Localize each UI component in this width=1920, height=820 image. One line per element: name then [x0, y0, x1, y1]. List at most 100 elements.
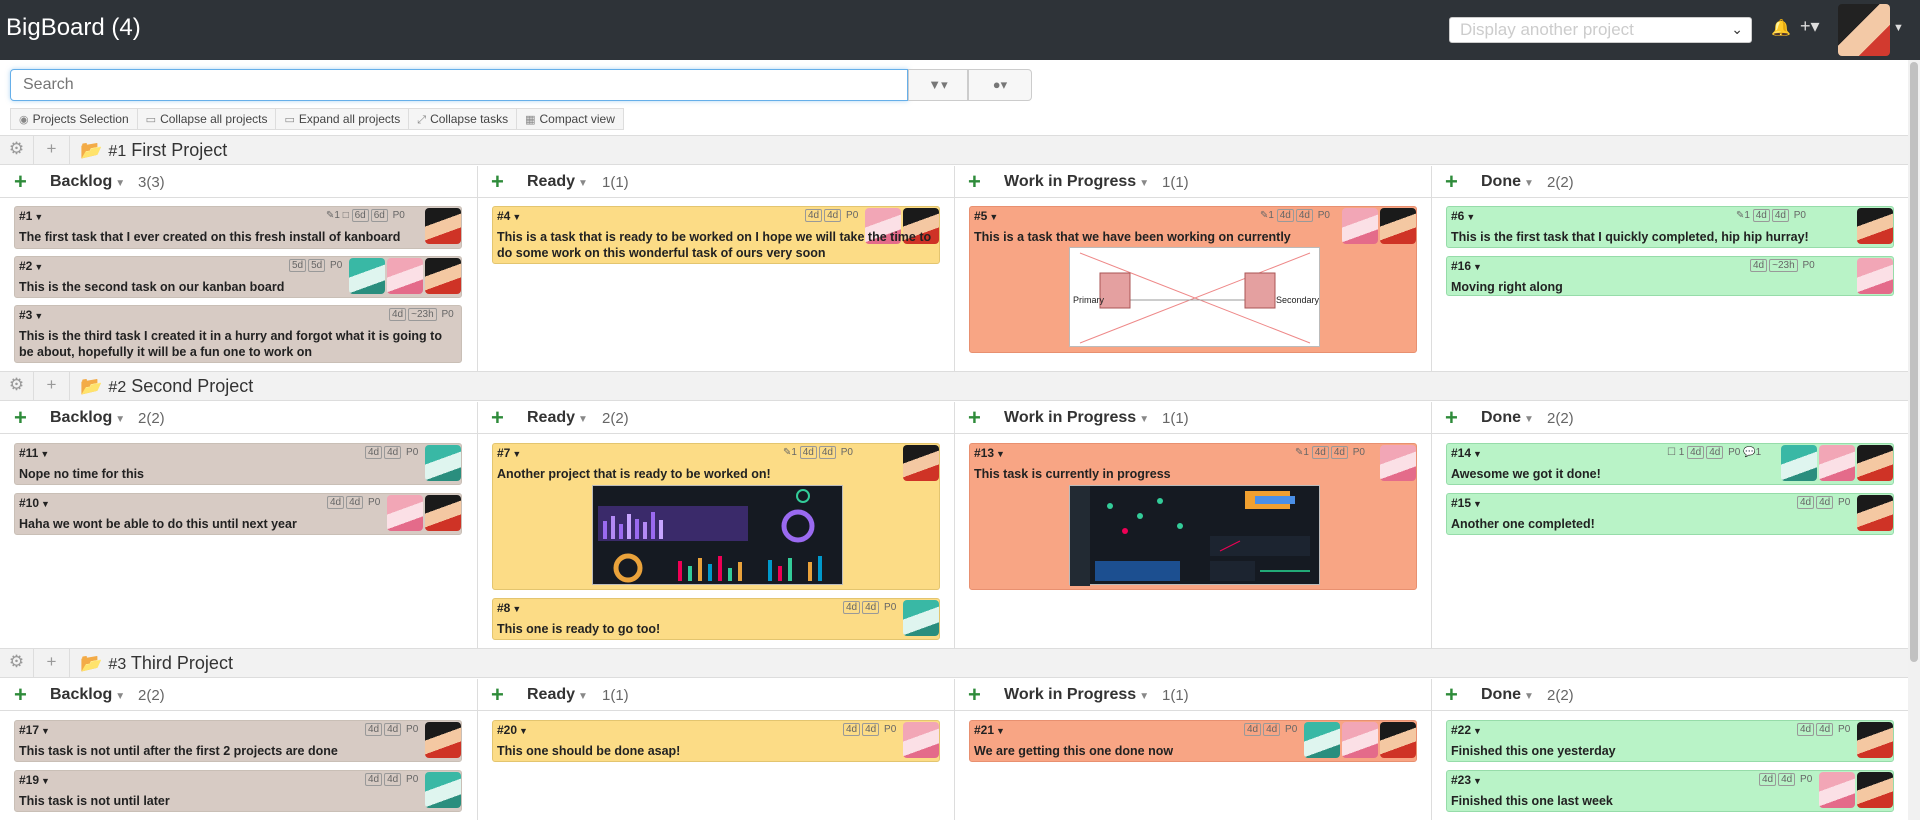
- assignee-avatar: [1857, 258, 1893, 294]
- column-name[interactable]: Ready ▼: [527, 686, 588, 704]
- column-name[interactable]: Ready ▼: [527, 173, 588, 191]
- task-id[interactable]: #8 ▼: [497, 601, 521, 615]
- column-name[interactable]: Backlog ▼: [50, 409, 125, 427]
- task-thumbnail-network-diagram[interactable]: Primary Secondary: [1069, 247, 1320, 347]
- task-card[interactable]: #22 ▼ 4d 4d P0 Finished this one yesterday: [1446, 720, 1894, 762]
- add-task-icon[interactable]: +: [491, 169, 504, 195]
- task-card[interactable]: #13 ▼ ✎1 4d 4d P0 This task is currently i…: [969, 443, 1417, 590]
- task-card[interactable]: #10 ▼ 4d 4d P0 Haha we wont be able to do …: [14, 493, 462, 535]
- column-name[interactable]: Done ▼: [1481, 409, 1534, 427]
- task-card[interactable]: #19 ▼ 4d 4d P0 This task is not until late…: [14, 770, 462, 812]
- user-icon: ●▾: [992, 77, 1008, 92]
- task-id[interactable]: #15 ▼: [1451, 496, 1482, 510]
- column-name[interactable]: Ready ▼: [527, 409, 588, 427]
- task-card[interactable]: #1 ▼ ✎1 □ 6d 6d P0 The first task that I e…: [14, 206, 462, 249]
- task-id[interactable]: #4 ▼: [497, 209, 521, 223]
- add-task-icon[interactable]: +: [1445, 405, 1458, 431]
- task-id[interactable]: #6 ▼: [1451, 209, 1475, 223]
- task-card[interactable]: #21 ▼ 4d 4d P0 We are getting this one don…: [969, 720, 1417, 762]
- assignee-avatar: [1380, 208, 1416, 244]
- collapse-tasks-button[interactable]: ⤢ Collapse tasks: [409, 109, 518, 129]
- add-task-icon[interactable]: +: [968, 682, 981, 708]
- task-id[interactable]: #3 ▼: [19, 308, 43, 322]
- add-task-icon[interactable]: +: [14, 405, 27, 431]
- project-select[interactable]: Display another project ⌄: [1449, 17, 1752, 43]
- add-task-icon[interactable]: +: [491, 405, 504, 431]
- column-name[interactable]: Done ▼: [1481, 173, 1534, 191]
- task-id[interactable]: #21 ▼: [974, 723, 1005, 737]
- task-id[interactable]: #19 ▼: [19, 773, 50, 787]
- task-meta: 5d 5d P0: [289, 259, 342, 272]
- add-task-icon[interactable]: +: [968, 405, 981, 431]
- add-task-icon[interactable]: +: [1445, 169, 1458, 195]
- task-id[interactable]: #16 ▼: [1451, 259, 1482, 273]
- plus-icon[interactable]: +▾: [1800, 16, 1820, 37]
- add-task-icon[interactable]: +: [14, 682, 27, 708]
- column-name[interactable]: Work in Progress ▼: [1004, 409, 1149, 427]
- collapse-all-projects-button[interactable]: ▭ Collapse all projects: [138, 109, 277, 129]
- task-card[interactable]: #4 ▼ 4d 4d P0 This is a task that is ready…: [492, 206, 940, 264]
- column-name[interactable]: Work in Progress ▼: [1004, 686, 1149, 704]
- search-input[interactable]: [10, 69, 908, 101]
- task-card[interactable]: #15 ▼ 4d 4d P0 Another one completed!: [1446, 493, 1894, 535]
- expand-all-projects-button[interactable]: ▭ Expand all projects: [276, 109, 410, 129]
- caret-down-icon[interactable]: ▼: [1893, 22, 1904, 34]
- task-card[interactable]: #16 ▼ 4d ~23h P0 Moving right along: [1446, 256, 1894, 296]
- task-card[interactable]: #20 ▼ 4d 4d P0 This one should be done asa…: [492, 720, 940, 762]
- scrollbar[interactable]: [1908, 60, 1920, 820]
- task-card[interactable]: #14 ▼ ☐ 1 4d 4d P0 💬1 Awesome we got it do…: [1446, 443, 1894, 485]
- task-card[interactable]: #3 ▼ 4d ~23h P0 This is the third task I c…: [14, 305, 462, 363]
- add-task-icon[interactable]: +: [14, 169, 27, 195]
- scrollbar-thumb[interactable]: [1910, 62, 1918, 662]
- add-task-icon[interactable]: +: [1445, 682, 1458, 708]
- task-id[interactable]: #17 ▼: [19, 723, 50, 737]
- projects-selection-button[interactable]: ◉ Projects Selection: [11, 109, 138, 129]
- task-id[interactable]: #20 ▼: [497, 723, 528, 737]
- task-id[interactable]: #1 ▼: [19, 209, 43, 223]
- compact-view-button[interactable]: ▦ Compact view: [517, 109, 623, 129]
- gear-icon[interactable]: ⚙: [0, 136, 34, 164]
- task-card[interactable]: #7 ▼ ✎1 4d 4d P0 Another project that is r…: [492, 443, 940, 590]
- task-id[interactable]: #13 ▼: [974, 446, 1005, 460]
- user-filter-button[interactable]: ●▾: [968, 69, 1032, 101]
- task-id[interactable]: #7 ▼: [497, 446, 521, 460]
- gear-icon[interactable]: ⚙: [0, 649, 34, 677]
- column-name[interactable]: Backlog ▼: [50, 686, 125, 704]
- task-id[interactable]: #5 ▼: [974, 209, 998, 223]
- task-thumbnail-monitoring[interactable]: [1069, 485, 1320, 586]
- task-card[interactable]: #23 ▼ 4d 4d P0 Finished this one last week: [1446, 770, 1894, 812]
- project-name[interactable]: 📂 #1 First Project: [80, 140, 227, 161]
- task-card[interactable]: #2 ▼ 5d 5d P0 This is the second task on o…: [14, 256, 462, 298]
- gear-icon[interactable]: ⚙: [0, 372, 34, 400]
- column-name[interactable]: Work in Progress ▼: [1004, 173, 1149, 191]
- column-name[interactable]: Backlog ▼: [50, 173, 125, 191]
- task-id[interactable]: #14 ▼: [1451, 446, 1482, 460]
- bell-icon[interactable]: 🔔: [1771, 18, 1791, 38]
- add-task-icon[interactable]: +: [34, 136, 70, 164]
- add-task-icon[interactable]: +: [34, 372, 70, 400]
- task-thumbnail-dashboard[interactable]: [592, 485, 843, 585]
- filter-button[interactable]: ▼▾: [908, 69, 968, 101]
- task-card[interactable]: #6 ▼ ✎1 4d 4d P0 This is the first task th…: [1446, 206, 1894, 248]
- assignee-avatar: [1819, 772, 1855, 808]
- column-name[interactable]: Done ▼: [1481, 686, 1534, 704]
- column-divider: [954, 166, 955, 371]
- task-id[interactable]: #2 ▼: [19, 259, 43, 273]
- project-name[interactable]: 📂 #3 Third Project: [80, 653, 233, 674]
- add-task-icon[interactable]: +: [34, 649, 70, 677]
- column-header-ready: + Ready ▼ 2(2): [477, 402, 954, 434]
- task-id[interactable]: #22 ▼: [1451, 723, 1482, 737]
- add-task-icon[interactable]: +: [968, 169, 981, 195]
- task-card[interactable]: #17 ▼ 4d 4d P0 This task is not until afte…: [14, 720, 462, 762]
- task-card[interactable]: #8 ▼ 4d 4d P0 This one is ready to go too!: [492, 598, 940, 640]
- task-card[interactable]: #11 ▼ 4d 4d P0 Nope no time for this: [14, 443, 462, 485]
- task-id[interactable]: #10 ▼: [19, 496, 50, 510]
- task-id[interactable]: #11 ▼: [19, 446, 49, 460]
- column-divider: [477, 402, 478, 650]
- project-name[interactable]: 📂 #2 Second Project: [80, 376, 253, 397]
- task-id[interactable]: #23 ▼: [1451, 773, 1482, 787]
- task-card[interactable]: #5 ▼ ✎1 4d 4d P0 This is a task that we ha…: [969, 206, 1417, 353]
- user-avatar[interactable]: [1838, 4, 1890, 56]
- folder-open-icon: ▭: [284, 114, 295, 126]
- add-task-icon[interactable]: +: [491, 682, 504, 708]
